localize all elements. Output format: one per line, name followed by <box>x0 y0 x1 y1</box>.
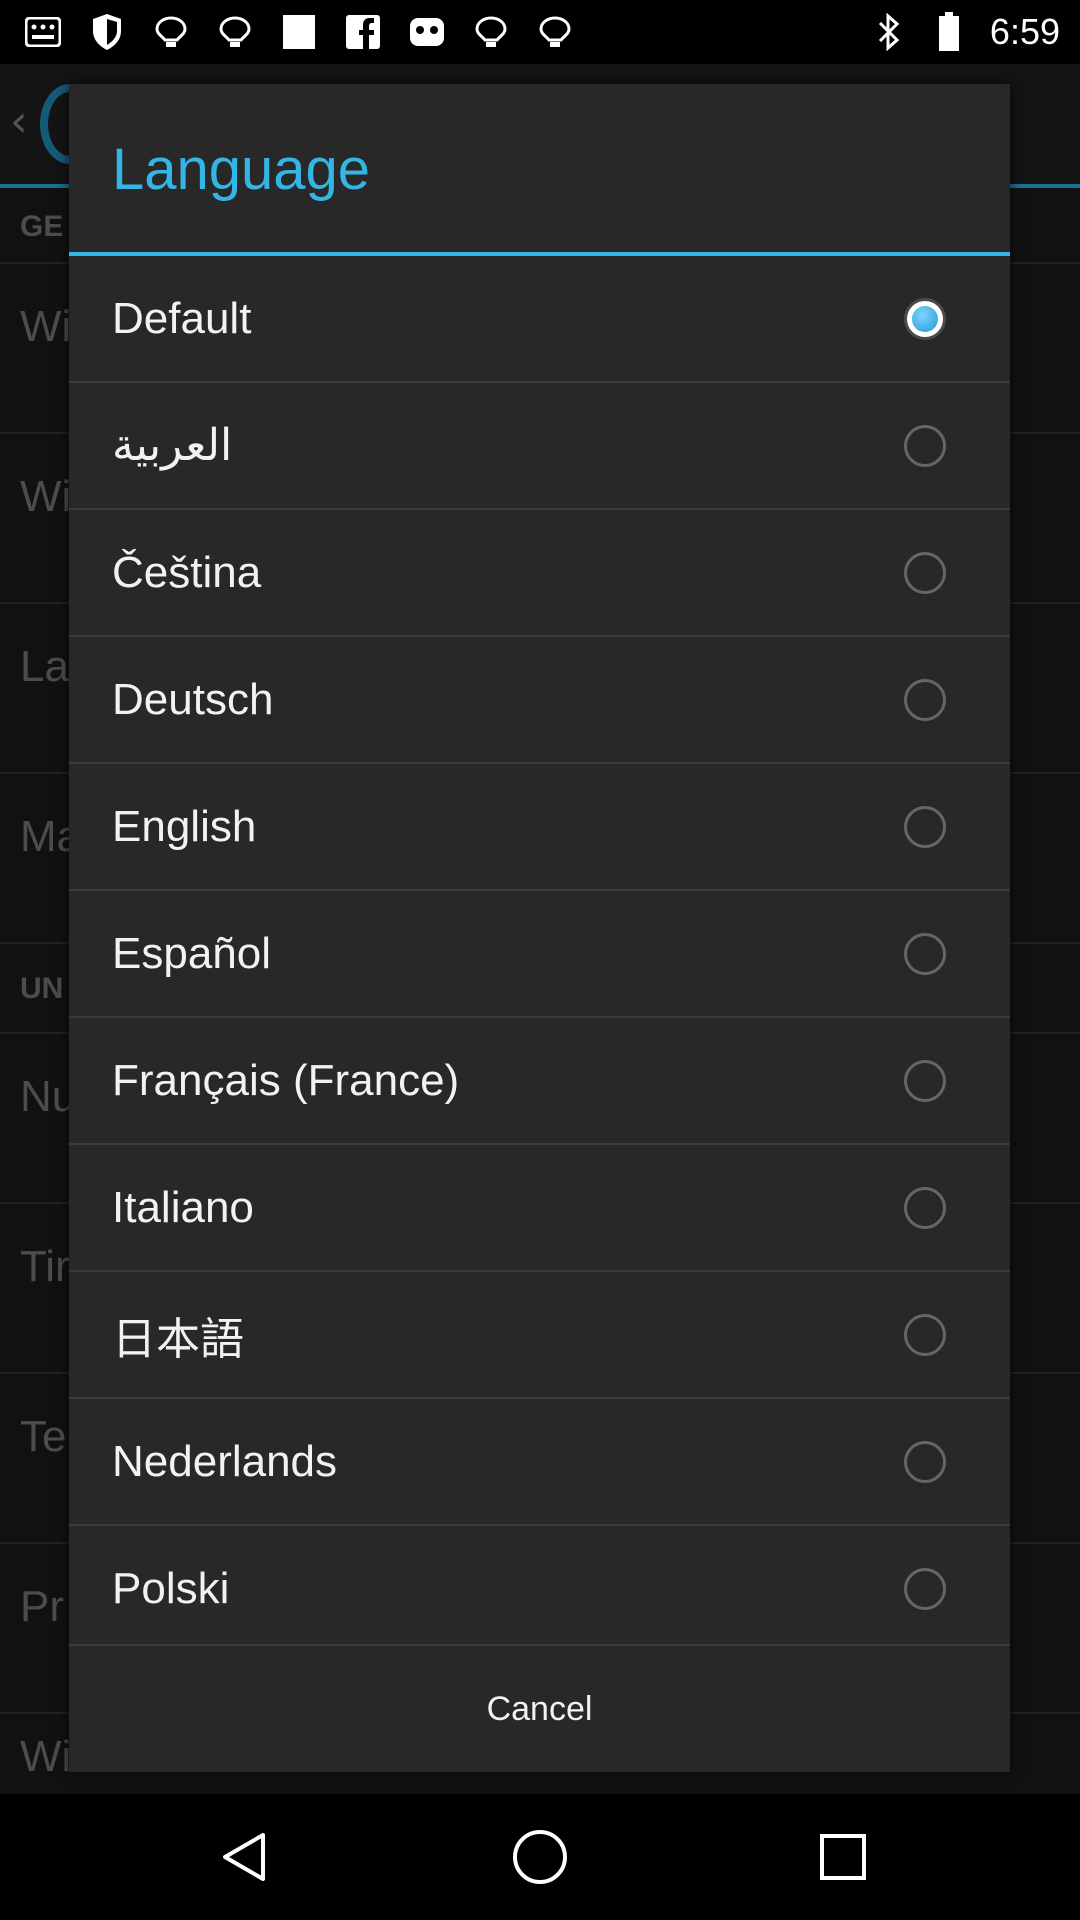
language-option-french[interactable]: Français (France) <box>69 1018 1010 1145</box>
status-bar: 6:59 <box>0 0 1080 64</box>
wifi-icon <box>536 13 574 51</box>
facebook-icon <box>344 13 382 51</box>
language-dialog: Language Default العربية Čeština Deutsch… <box>69 84 1010 1772</box>
language-option-german[interactable]: Deutsch <box>69 637 1010 764</box>
wifi-icon <box>152 13 190 51</box>
status-time: 6:59 <box>989 11 1060 52</box>
dialog-title: Language <box>112 137 371 202</box>
language-label: Čeština <box>112 547 262 597</box>
language-label: العربية <box>112 421 233 470</box>
wifi-icon <box>216 13 254 51</box>
language-label: English <box>112 801 257 851</box>
language-option-italian[interactable]: Italiano <box>69 1145 1010 1272</box>
radio-unselected-icon[interactable] <box>904 1186 946 1229</box>
back-icon[interactable] <box>214 1827 274 1887</box>
cancel-button[interactable]: Cancel <box>69 1646 1010 1772</box>
shield-icon <box>88 13 126 51</box>
language-option-japanese[interactable]: 日本語 <box>69 1272 1010 1399</box>
radio-unselected-icon[interactable] <box>904 1313 946 1356</box>
wifi-icon <box>472 13 510 51</box>
home-icon[interactable] <box>510 1827 570 1887</box>
language-option-czech[interactable]: Čeština <box>69 510 1010 637</box>
radio-unselected-icon[interactable] <box>904 805 946 848</box>
language-label: Default <box>112 293 252 343</box>
notification-icon <box>24 13 62 51</box>
language-label: Español <box>112 928 272 978</box>
language-option-polish[interactable]: Polski <box>69 1526 1010 1653</box>
status-right: 6:59 <box>870 0 1060 64</box>
back-arrow-icon: ‹ <box>10 96 28 147</box>
battery-icon <box>930 12 968 51</box>
language-label: Nederlands <box>112 1436 338 1486</box>
language-label: Polski <box>112 1563 230 1613</box>
recents-icon[interactable] <box>813 1827 873 1887</box>
language-option-dutch[interactable]: Nederlands <box>69 1399 1010 1526</box>
language-label: 日本語 <box>112 1314 244 1364</box>
navigation-bar <box>0 1794 1080 1920</box>
radio-selected-icon[interactable] <box>904 297 946 340</box>
radio-unselected-icon[interactable] <box>904 1059 946 1102</box>
radio-unselected-icon[interactable] <box>904 551 946 594</box>
game-controller-icon <box>408 13 446 51</box>
language-option-english[interactable]: English <box>69 764 1010 891</box>
language-option-arabic[interactable]: العربية <box>69 383 1010 510</box>
radio-unselected-icon[interactable] <box>904 424 946 467</box>
radio-unselected-icon[interactable] <box>904 1440 946 1483</box>
language-label: Deutsch <box>112 674 274 724</box>
radio-unselected-icon[interactable] <box>904 1567 946 1610</box>
notification-icons <box>0 13 574 51</box>
bluetooth-icon <box>870 13 908 51</box>
language-option-spanish[interactable]: Español <box>69 891 1010 1018</box>
language-label: Français (France) <box>112 1055 460 1105</box>
radio-unselected-icon[interactable] <box>904 678 946 721</box>
image-icon <box>280 13 318 51</box>
language-option-default[interactable]: Default <box>69 256 1010 383</box>
radio-unselected-icon[interactable] <box>904 932 946 975</box>
language-list[interactable]: Default العربية Čeština Deutsch English … <box>69 256 1010 1724</box>
screen: 6:59 ‹ GE Wi Wi La Ma UN Nu Tir Te Pr La… <box>0 0 1080 1920</box>
language-label: Italiano <box>112 1182 254 1232</box>
